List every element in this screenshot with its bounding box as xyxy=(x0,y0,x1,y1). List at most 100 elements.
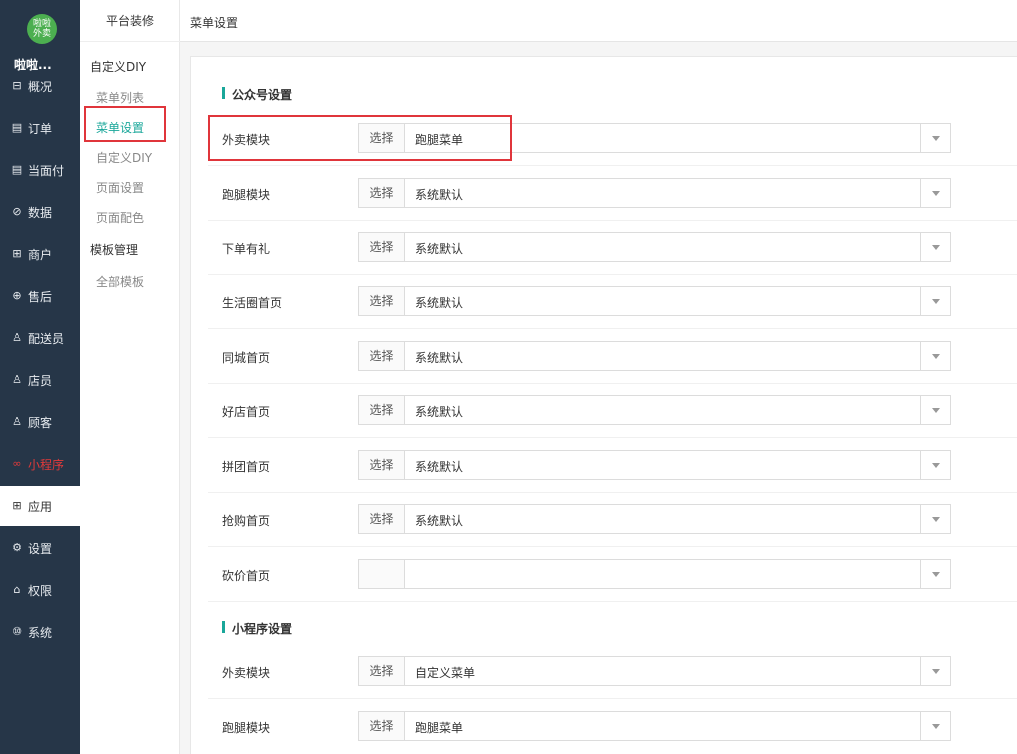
nav-merchants[interactable]: ⊞ 商户 xyxy=(0,234,80,274)
chevron-down-icon[interactable] xyxy=(920,451,950,479)
subnav-title: 平台装修 xyxy=(80,0,180,42)
chevron-down-icon[interactable] xyxy=(920,712,950,740)
menu-select[interactable]: 选择 跑腿菜单 xyxy=(358,711,951,741)
menu-select[interactable]: 选择 系统默认 xyxy=(358,178,951,208)
chevron-down-icon[interactable] xyxy=(920,287,950,315)
nav-overview[interactable]: ⊟ 概况 xyxy=(0,66,80,106)
chevron-down-icon[interactable] xyxy=(920,560,950,588)
top-bar: 菜单设置 xyxy=(180,0,1017,42)
chevron-down-icon[interactable] xyxy=(920,233,950,261)
menu-select[interactable]: 选择 系统默认 xyxy=(358,450,951,480)
setting-row: 跑腿模块 选择 系统默认 xyxy=(208,166,1017,221)
pay-icon: ▤ xyxy=(11,163,23,176)
nav-label: 小程序 xyxy=(28,457,65,472)
menu-select[interactable]: 选择 系统默认 xyxy=(358,341,951,371)
setting-row: 生活圈首页 选择 系统默认 xyxy=(208,274,1017,329)
chevron-down-icon[interactable] xyxy=(920,657,950,685)
nav-label: 权限 xyxy=(28,583,53,598)
select-value: 自定义菜单 xyxy=(415,666,476,680)
choose-button[interactable]: 选择 xyxy=(359,287,405,315)
menu-select[interactable]: 选择 系统默认 xyxy=(358,286,951,316)
section-title-wechat: 公众号设置 xyxy=(222,86,292,103)
page-title: 菜单设置 xyxy=(190,16,239,30)
menu-select[interactable]: 选择 系统默认 xyxy=(358,232,951,262)
miniapp-icon: ∞ xyxy=(12,457,22,470)
main-sidebar: 啦啦 外卖 啦啦... ⊟ 概况 ▤ 订单 ▤ 当面付 ⊘ 数据 ⊞ 商户 ⊕ 售后 ♙ 配送… xyxy=(0,0,80,754)
choose-button[interactable]: 选择 xyxy=(359,657,405,685)
nav-label: 商户 xyxy=(28,247,53,262)
nav-aftersale[interactable]: ⊕ 售后 xyxy=(0,276,80,316)
nav-orders[interactable]: ▤ 订单 xyxy=(0,108,80,148)
nav-label: 店员 xyxy=(28,373,53,388)
subnav-item-menu-list[interactable]: 菜单列表 xyxy=(96,89,144,106)
select-value: 系统默认 xyxy=(415,405,464,419)
row-label: 跑腿模块 xyxy=(222,721,271,735)
choose-button[interactable]: 选择 xyxy=(359,396,405,424)
nav-system[interactable]: ⑩ 系统 xyxy=(0,612,80,652)
menu-select[interactable]: 选择 系统默认 xyxy=(358,395,951,425)
select-value: 系统默认 xyxy=(415,242,464,256)
setting-row: 跑腿模块 选择 跑腿菜单 xyxy=(208,699,1017,754)
nav-label: 设置 xyxy=(28,541,53,556)
highlight-box-row xyxy=(208,115,512,161)
menu-select[interactable] xyxy=(358,559,951,589)
setting-row: 拼团首页 选择 系统默认 xyxy=(208,438,1017,493)
nav-label: 配送员 xyxy=(28,331,65,346)
app-root: 啦啦 外卖 啦啦... ⊟ 概况 ▤ 订单 ▤ 当面付 ⊘ 数据 ⊞ 商户 ⊕ 售后 ♙ 配送… xyxy=(0,0,1017,754)
data-icon: ⊘ xyxy=(12,205,22,218)
choose-button[interactable]: 选择 xyxy=(359,342,405,370)
row-label: 抢购首页 xyxy=(222,514,271,528)
menu-select[interactable]: 选择 自定义菜单 xyxy=(358,656,951,686)
nav-label: 系统 xyxy=(28,625,53,640)
choose-button[interactable] xyxy=(359,560,405,588)
choose-button[interactable]: 选择 xyxy=(359,451,405,479)
nav-settings[interactable]: ⚙ 设置 xyxy=(0,528,80,568)
highlight-box-subnav xyxy=(84,106,166,142)
subnav-item-page-settings[interactable]: 页面设置 xyxy=(96,179,144,196)
chevron-down-icon[interactable] xyxy=(920,505,950,533)
nav-miniprogram[interactable]: ∞ 小程序 xyxy=(0,444,80,484)
chevron-down-icon[interactable] xyxy=(920,179,950,207)
setting-row: 好店首页 选择 系统默认 xyxy=(208,383,1017,438)
nav-label: 数据 xyxy=(28,205,53,220)
subnav-item-custom-diy[interactable]: 自定义DIY xyxy=(96,149,152,166)
row-label: 拼团首页 xyxy=(222,460,271,474)
nav-clerks[interactable]: ♙ 店员 xyxy=(0,360,80,400)
choose-button[interactable]: 选择 xyxy=(359,505,405,533)
choose-button[interactable]: 选择 xyxy=(359,233,405,261)
setting-row: 同城首页 选择 系统默认 xyxy=(208,329,1017,384)
nav-couriers[interactable]: ♙ 配送员 xyxy=(0,318,80,358)
nav-apps[interactable]: ⊞ 应用 xyxy=(0,486,80,526)
select-value: 系统默认 xyxy=(415,460,464,474)
nav-label: 顾客 xyxy=(28,415,53,430)
nav-data[interactable]: ⊘ 数据 xyxy=(0,192,80,232)
select-value: 系统默认 xyxy=(415,188,464,202)
row-label: 好店首页 xyxy=(222,405,271,419)
section-title-miniprogram: 小程序设置 xyxy=(222,620,292,637)
lock-icon: ⌂ xyxy=(13,583,21,596)
row-label: 生活圈首页 xyxy=(222,296,283,310)
select-value: 跑腿菜单 xyxy=(415,721,464,735)
nav-label: 应用 xyxy=(28,499,53,514)
select-value: 系统默认 xyxy=(415,296,464,310)
setting-row: 下单有礼 选择 系统默认 xyxy=(208,220,1017,275)
nav-permissions[interactable]: ⌂ 权限 xyxy=(0,570,80,610)
apps-icon: ⊞ xyxy=(12,499,22,512)
menu-select[interactable]: 选择 系统默认 xyxy=(358,504,951,534)
nav-facepay[interactable]: ▤ 当面付 xyxy=(0,150,80,190)
chevron-down-icon[interactable] xyxy=(920,124,950,152)
subnav-section-templates: 模板管理 xyxy=(90,243,139,257)
chevron-down-icon[interactable] xyxy=(920,342,950,370)
app-logo[interactable]: 啦啦 外卖 xyxy=(27,14,57,44)
shop-icon: ⊞ xyxy=(12,247,22,260)
subnav-section-diy: 自定义DIY xyxy=(90,60,147,74)
choose-button[interactable]: 选择 xyxy=(359,179,405,207)
subnav-item-all-templates[interactable]: 全部模板 xyxy=(96,273,144,290)
row-label: 砍价首页 xyxy=(222,569,271,583)
choose-button[interactable]: 选择 xyxy=(359,712,405,740)
nav-customers[interactable]: ♙ 顾客 xyxy=(0,402,80,442)
chevron-down-icon[interactable] xyxy=(920,396,950,424)
subnav-item-page-colors[interactable]: 页面配色 xyxy=(96,209,144,226)
setting-row: 砍价首页 xyxy=(208,547,1017,602)
settings-icon: ⚙ xyxy=(12,541,22,554)
